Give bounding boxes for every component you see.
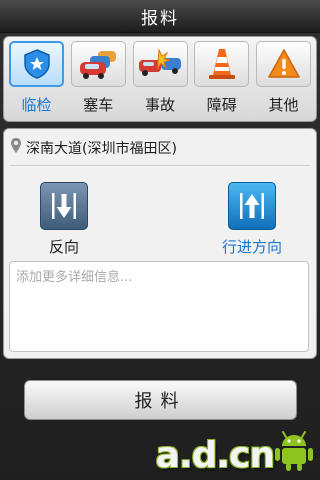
divider: [10, 165, 310, 166]
submit-button[interactable]: 报料: [24, 380, 297, 420]
police-shield-icon: [9, 41, 64, 87]
category-accident[interactable]: 事故: [132, 41, 189, 117]
category-label: 障碍: [206, 96, 237, 114]
location-text: 深南大道(深圳市福田区): [26, 141, 177, 157]
reverse-direction-button[interactable]: 反向: [24, 182, 104, 257]
forward-direction-button[interactable]: 行进方向: [212, 182, 292, 257]
details-input[interactable]: [16, 266, 302, 347]
location-row: 深南大道(深圳市福田区): [10, 137, 177, 159]
car-accident-icon: [132, 41, 188, 87]
category-other[interactable]: 其他: [255, 41, 312, 117]
traffic-jam-icon: [70, 41, 126, 87]
category-label: 其他: [268, 96, 299, 114]
details-box: [9, 261, 309, 352]
submit-label: 报料: [134, 391, 187, 412]
arrow-up-icon: [228, 182, 276, 230]
arrow-down-icon: [40, 182, 88, 230]
warning-icon: [256, 41, 311, 87]
category-inspection[interactable]: 临检: [8, 41, 65, 117]
category-label: 塞车: [83, 96, 114, 114]
screen: 报料 临检 塞车 事故 障碍 其他 深南大道(深圳市福田区) 反向 行进方向 添…: [0, 0, 320, 480]
category-panel: 临检 塞车 事故 障碍 其他: [3, 36, 317, 122]
watermark: a.d.cn: [156, 430, 314, 476]
watermark-text: a.d.cn: [155, 435, 275, 476]
forward-direction-label: 行进方向: [221, 238, 282, 256]
category-obstacle[interactable]: 障碍: [193, 41, 250, 117]
reverse-direction-label: 反向: [48, 238, 79, 256]
title-bar: 报料: [0, 0, 320, 33]
traffic-cone-icon: [194, 41, 250, 87]
page-title: 报料: [141, 8, 179, 29]
report-card: 深南大道(深圳市福田区) 反向 行进方向 添加更多详细信息...: [3, 128, 317, 359]
android-robot-icon: [274, 430, 314, 476]
category-traffic-jam[interactable]: 塞车: [70, 41, 127, 117]
location-pin-icon: [10, 137, 22, 159]
category-row: 临检 塞车 事故 障碍 其他: [8, 41, 312, 117]
category-label: 事故: [144, 96, 175, 114]
category-label: 临检: [21, 96, 52, 114]
